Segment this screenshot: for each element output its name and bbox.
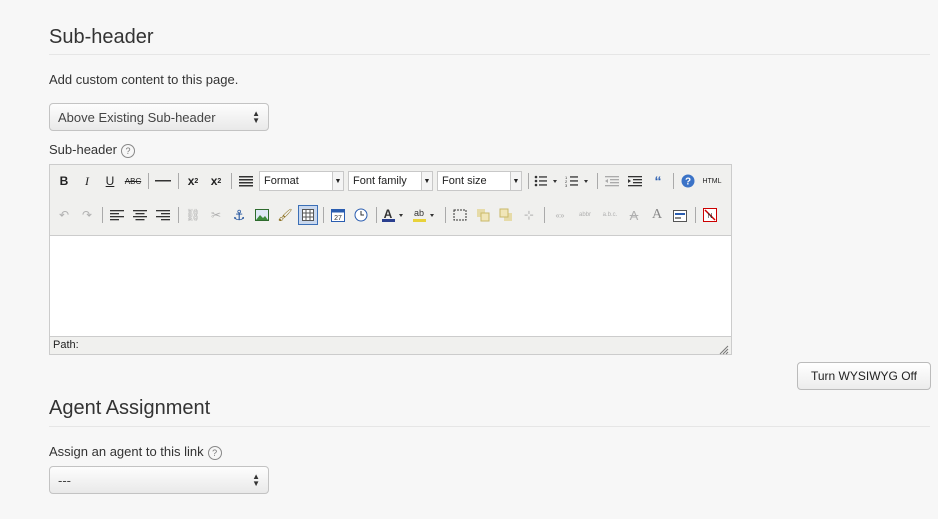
blockquote-icon[interactable]: “ bbox=[648, 171, 668, 191]
help-icon[interactable]: ? bbox=[207, 445, 222, 460]
wysiwyg-toggle-button[interactable]: Turn WYSIWYG Off bbox=[797, 362, 931, 390]
svg-text:A: A bbox=[384, 207, 393, 221]
table-icon[interactable] bbox=[298, 205, 318, 225]
format-select-label: Format bbox=[264, 175, 299, 187]
visual-aid-icon[interactable] bbox=[450, 205, 470, 225]
outdent-icon[interactable] bbox=[602, 171, 622, 191]
insert-time-icon[interactable] bbox=[351, 205, 371, 225]
indent-icon[interactable] bbox=[625, 171, 645, 191]
svg-text:3: 3 bbox=[565, 183, 568, 187]
image-icon[interactable] bbox=[252, 205, 272, 225]
font-family-select[interactable]: Font family ▼ bbox=[348, 171, 433, 191]
toolbar-separator bbox=[695, 207, 696, 223]
toolbar-separator bbox=[376, 207, 377, 223]
svg-text:ab: ab bbox=[414, 208, 424, 218]
underline-button[interactable]: U bbox=[100, 171, 120, 191]
svg-text:?: ? bbox=[685, 177, 691, 188]
undo-icon[interactable]: ↶ bbox=[54, 205, 74, 225]
align-left-icon[interactable] bbox=[107, 205, 127, 225]
help-circle-icon[interactable]: ? bbox=[678, 171, 698, 191]
agent-field-label-row: Assign an agent to this link? bbox=[49, 444, 222, 460]
select-arrows-icon: ▲ ▼ bbox=[252, 109, 260, 125]
highlight-color-icon[interactable]: ab bbox=[412, 205, 440, 225]
toolbar-separator bbox=[178, 207, 179, 223]
chevron-down-icon: ▼ bbox=[421, 172, 432, 190]
subheader-description: Add custom content to this page. bbox=[49, 72, 239, 87]
toolbar-separator bbox=[231, 173, 232, 189]
toolbar-separator bbox=[445, 207, 446, 223]
cite-icon[interactable]: «» bbox=[549, 205, 571, 225]
editor-toolbar-row-2: ↶ ↷ ⛓ ✂ ⚓ 🖌 27 A ab ⊹ «» abbr a.b.c. A A… bbox=[54, 203, 723, 227]
bold-button[interactable]: B bbox=[54, 171, 74, 191]
format-select[interactable]: Format ▼ bbox=[259, 171, 344, 191]
font-size-select[interactable]: Font size ▼ bbox=[437, 171, 522, 191]
subheader-section-title: Sub-header bbox=[49, 26, 154, 48]
toolbar-separator bbox=[673, 173, 674, 189]
agent-field-label: Assign an agent to this link bbox=[49, 444, 204, 459]
chevron-down-icon: ▼ bbox=[332, 172, 343, 190]
editor-path-label: Path: bbox=[53, 339, 79, 351]
font-size-select-label: Font size bbox=[442, 175, 487, 187]
remove-format-icon[interactable]: N bbox=[700, 205, 720, 225]
resize-handle-icon[interactable] bbox=[719, 342, 729, 355]
toolbar-separator bbox=[528, 173, 529, 189]
agent-section-title: Agent Assignment bbox=[49, 397, 211, 419]
help-icon[interactable]: ? bbox=[120, 143, 135, 158]
toolbar-separator bbox=[597, 173, 598, 189]
text-color-icon[interactable]: A bbox=[381, 205, 409, 225]
align-right-icon[interactable] bbox=[153, 205, 173, 225]
attributes-icon[interactable] bbox=[670, 205, 690, 225]
svg-text:27: 27 bbox=[334, 215, 342, 222]
agent-select-value: --- bbox=[58, 472, 71, 488]
superscript-button[interactable]: x2 bbox=[206, 171, 226, 191]
deletion-icon[interactable]: A bbox=[624, 205, 644, 225]
select-arrows-icon: ▲ ▼ bbox=[252, 472, 260, 488]
bullet-list-icon[interactable] bbox=[533, 171, 561, 191]
strikethrough-button[interactable]: ABC bbox=[123, 171, 143, 191]
subscript-button[interactable]: x2 bbox=[183, 171, 203, 191]
section-divider bbox=[49, 426, 930, 427]
insertion-icon[interactable]: A bbox=[647, 205, 667, 225]
toolbar-separator bbox=[102, 207, 103, 223]
link-icon[interactable]: ⛓ bbox=[183, 205, 203, 225]
editor-content-area[interactable] bbox=[50, 235, 731, 337]
redo-icon[interactable]: ↷ bbox=[77, 205, 97, 225]
toolbar-separator bbox=[148, 173, 149, 189]
layer-front-icon[interactable] bbox=[473, 205, 493, 225]
html-source-button[interactable]: HTML bbox=[701, 171, 723, 191]
anchor-icon[interactable]: ⚓ bbox=[229, 205, 249, 225]
absolute-position-icon[interactable]: ⊹ bbox=[519, 205, 539, 225]
acronym-icon[interactable]: a.b.c. bbox=[599, 205, 621, 225]
align-center-icon[interactable] bbox=[130, 205, 150, 225]
insert-date-icon[interactable]: 27 bbox=[328, 205, 348, 225]
font-family-select-label: Font family bbox=[353, 175, 407, 187]
toolbar-separator bbox=[544, 207, 545, 223]
subheader-field-label: Sub-header bbox=[49, 142, 117, 157]
abbreviation-icon[interactable]: abbr bbox=[574, 205, 596, 225]
editor-toolbar-row-1: B I U ABC x2 x2 Format ▼ Font family ▼ Fon… bbox=[54, 169, 726, 193]
section-divider bbox=[49, 54, 930, 55]
cleanup-brush-icon[interactable]: 🖌 bbox=[275, 205, 295, 225]
italic-button[interactable]: I bbox=[77, 171, 97, 191]
unlink-icon[interactable]: ✂ bbox=[206, 205, 226, 225]
toolbar-separator bbox=[178, 173, 179, 189]
rich-text-editor: B I U ABC x2 x2 Format ▼ Font family ▼ Fon… bbox=[49, 164, 732, 355]
layer-back-icon[interactable] bbox=[496, 205, 516, 225]
justify-full-icon[interactable] bbox=[236, 171, 256, 191]
chevron-down-icon: ▼ bbox=[510, 172, 521, 190]
svg-text:N: N bbox=[707, 213, 712, 220]
horizontal-rule-button[interactable] bbox=[153, 171, 173, 191]
numbered-list-icon[interactable]: 123 bbox=[564, 171, 592, 191]
subheader-position-select[interactable]: Above Existing Sub-header ▲ ▼ bbox=[49, 103, 269, 131]
subheader-field-label-row: Sub-header? bbox=[49, 142, 135, 158]
agent-select[interactable]: --- ▲ ▼ bbox=[49, 466, 269, 494]
subheader-position-value: Above Existing Sub-header bbox=[58, 109, 216, 125]
toolbar-separator bbox=[323, 207, 324, 223]
